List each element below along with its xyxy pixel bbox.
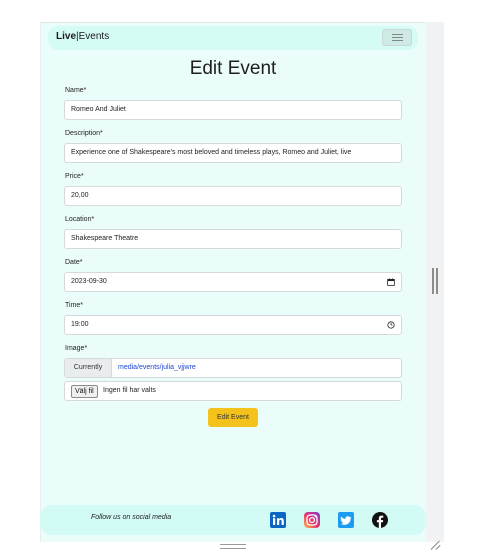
menu-toggle-button[interactable] bbox=[382, 29, 412, 46]
choose-file-button[interactable]: Välj fil bbox=[71, 385, 98, 398]
page-title: Edit Event bbox=[189, 58, 277, 79]
price-label: Price* bbox=[65, 173, 84, 180]
date-label: Date* bbox=[65, 259, 83, 266]
calendar-icon[interactable] bbox=[387, 278, 395, 286]
edit-event-submit-button[interactable]: Edit Event bbox=[208, 408, 258, 427]
image-label: Image* bbox=[65, 345, 88, 352]
description-label: Description* bbox=[65, 130, 103, 137]
currently-label: Currently bbox=[65, 359, 112, 377]
twitter-icon[interactable] bbox=[338, 512, 354, 528]
name-label: Name* bbox=[65, 87, 87, 94]
hamburger-icon bbox=[392, 37, 403, 38]
facebook-icon[interactable] bbox=[372, 512, 388, 528]
current-image-group: Currently media/events/julia_vjjwre bbox=[64, 358, 402, 378]
linkedin-icon[interactable] bbox=[270, 512, 286, 528]
corner-resize-grip[interactable] bbox=[430, 538, 442, 550]
vertical-resize-handle[interactable] bbox=[432, 268, 438, 294]
current-image-link[interactable]: media/events/julia_vjjwre bbox=[118, 359, 196, 377]
location-input[interactable]: Shakespeare Theatre bbox=[64, 229, 402, 249]
navbar: Live|Events bbox=[48, 26, 418, 50]
footer-social-text: Follow us on social media bbox=[91, 514, 172, 521]
location-label: Location* bbox=[65, 216, 95, 223]
instagram-icon[interactable] bbox=[304, 512, 320, 528]
brand-logo-link[interactable]: Live|Events bbox=[56, 31, 109, 42]
name-input[interactable]: Romeo And Juliet bbox=[64, 100, 402, 120]
description-input[interactable]: Experience one of Shakespeare's most bel… bbox=[64, 143, 402, 163]
time-input[interactable]: 19:00 bbox=[64, 315, 402, 335]
date-value: 2023-09-30 bbox=[71, 278, 107, 285]
footer: Follow us on social media bbox=[40, 505, 426, 535]
hamburger-icon bbox=[392, 34, 403, 35]
file-status-text: Ingen fil har valts bbox=[103, 387, 156, 394]
time-label: Time* bbox=[65, 302, 84, 309]
brand-rest: Events bbox=[78, 31, 110, 42]
price-input[interactable]: 20,00 bbox=[64, 186, 402, 206]
time-value: 19:00 bbox=[71, 321, 89, 328]
hamburger-icon bbox=[392, 40, 403, 41]
horizontal-resize-handle[interactable] bbox=[220, 544, 246, 549]
image-file-input[interactable]: Välj fil Ingen fil har valts bbox=[64, 381, 402, 401]
brand-bold: Live bbox=[56, 31, 77, 42]
date-input[interactable]: 2023-09-30 bbox=[64, 272, 402, 292]
clock-icon[interactable] bbox=[387, 321, 395, 329]
